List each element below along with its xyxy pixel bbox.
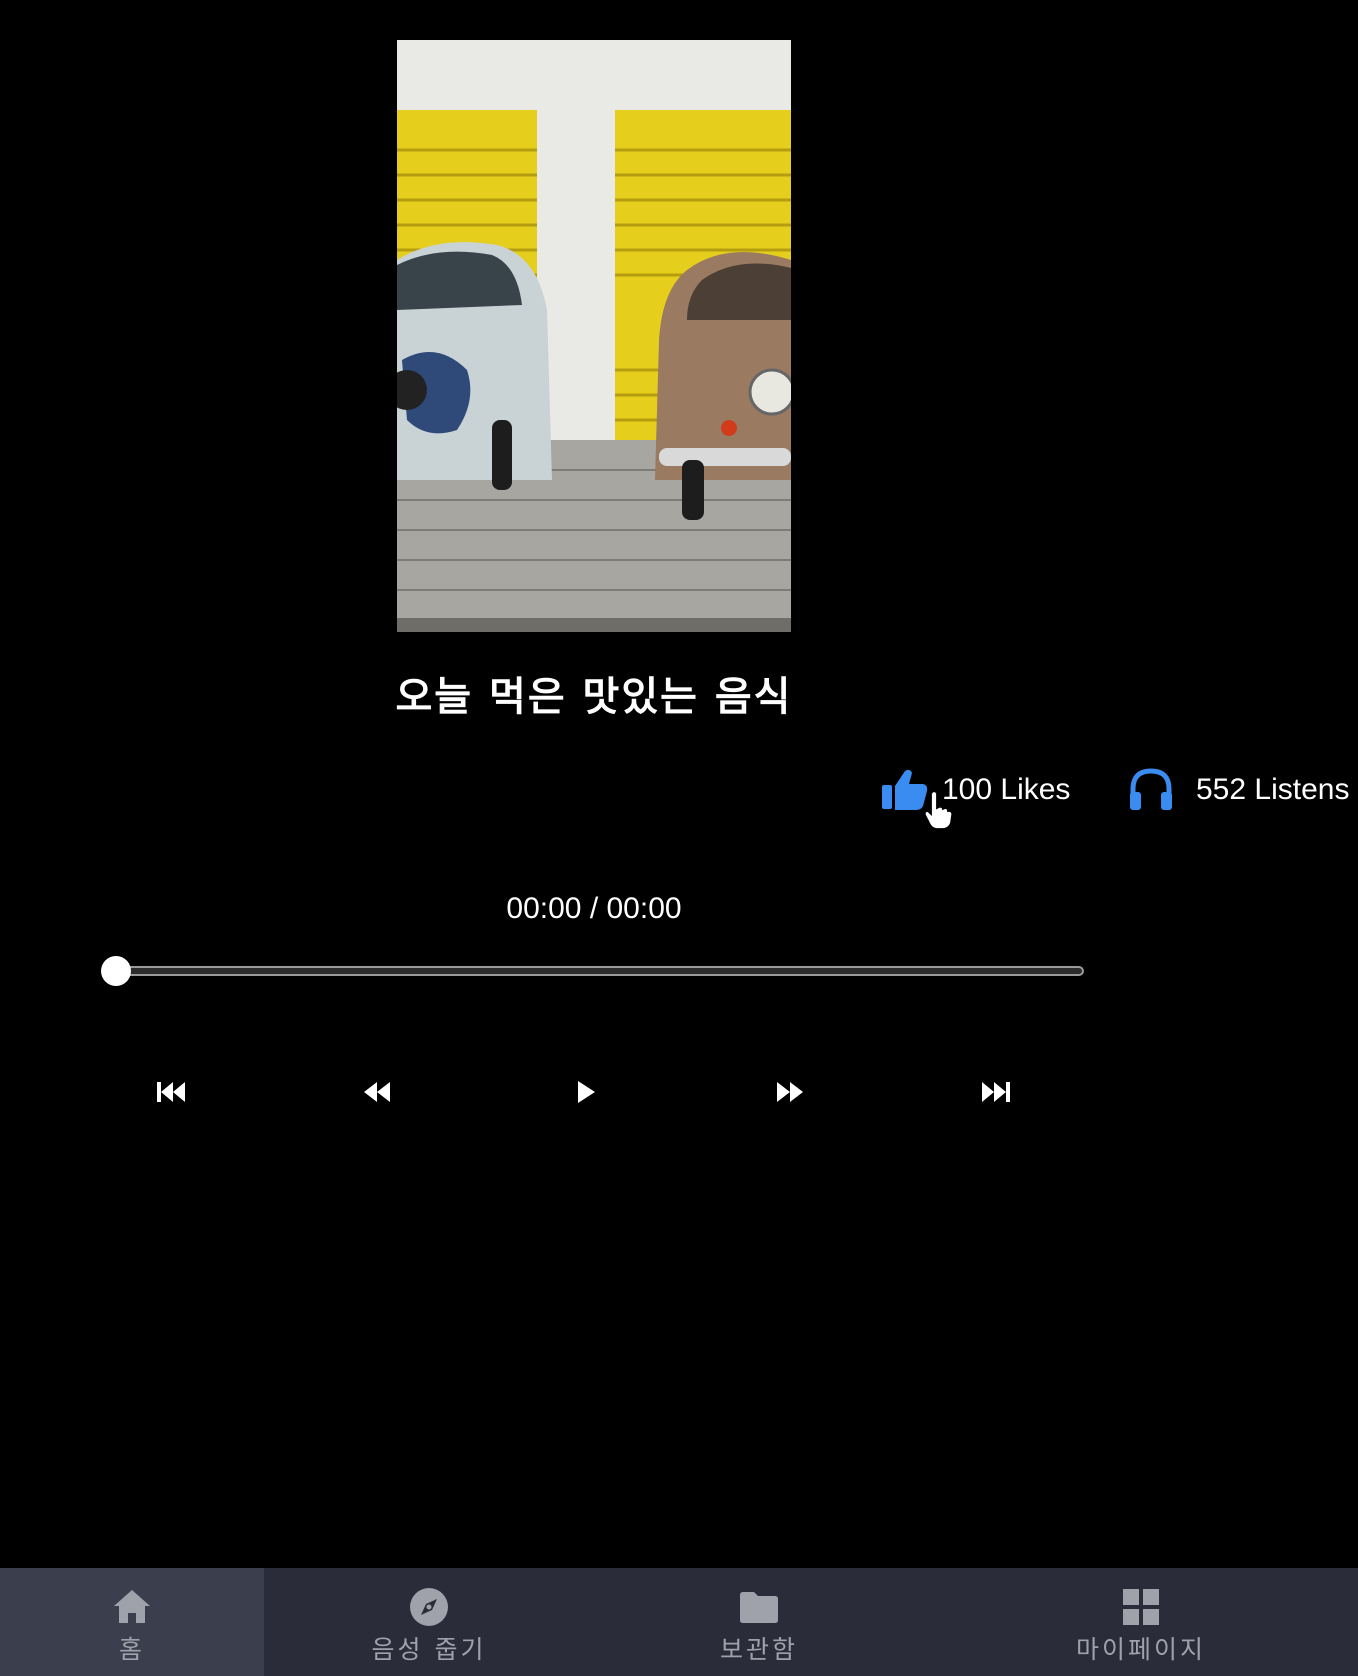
play-icon — [578, 1081, 595, 1103]
likes-stat[interactable]: 100 Likes — [880, 762, 1070, 818]
folder-icon — [738, 1586, 780, 1628]
progress-thumb[interactable] — [101, 956, 131, 986]
track-title: 오늘 먹은 맛있는 음식 — [395, 674, 793, 720]
bottom-nav: 홈 음성 줍기 보관함 마이페이지 — [0, 1568, 1358, 1676]
nav-item-home[interactable]: 홈 — [0, 1568, 264, 1676]
skip-back-icon — [157, 1082, 185, 1102]
compass-icon — [408, 1586, 450, 1628]
skip-forward-icon — [982, 1082, 1010, 1102]
progress-slider[interactable] — [101, 956, 1084, 986]
nav-label-storage: 보관함 — [719, 1635, 798, 1664]
skip-back-button[interactable] — [152, 1072, 192, 1112]
home-icon — [111, 1586, 153, 1628]
likes-count: 100 Likes — [942, 773, 1071, 806]
progress-track[interactable] — [116, 966, 1084, 976]
nav-item-listen[interactable]: 음성 줍기 — [264, 1568, 594, 1676]
nav-label-listen: 음성 줍기 — [371, 1635, 487, 1664]
album-cover-image — [397, 40, 791, 632]
headphones-icon — [1126, 765, 1176, 815]
fast-forward-button[interactable] — [770, 1072, 810, 1112]
rewind-icon — [364, 1082, 390, 1102]
rewind-button[interactable] — [357, 1072, 397, 1112]
listens-count: 552 Listens — [1196, 773, 1350, 806]
listens-stat: 552 Listens — [1126, 762, 1349, 818]
skip-forward-button[interactable] — [975, 1072, 1015, 1112]
nav-item-storage[interactable]: 보관함 — [594, 1568, 924, 1676]
fast-forward-icon — [777, 1082, 803, 1102]
play-button[interactable] — [565, 1072, 605, 1112]
nav-label-home: 홈 — [118, 1635, 145, 1664]
thumbs-up-icon[interactable] — [880, 765, 930, 815]
nav-label-mypage: 마이페이지 — [1075, 1635, 1206, 1664]
grid-icon — [1120, 1586, 1162, 1628]
nav-item-mypage[interactable]: 마이페이지 — [924, 1568, 1358, 1676]
time-display: 00:00 / 00:00 — [506, 892, 682, 925]
